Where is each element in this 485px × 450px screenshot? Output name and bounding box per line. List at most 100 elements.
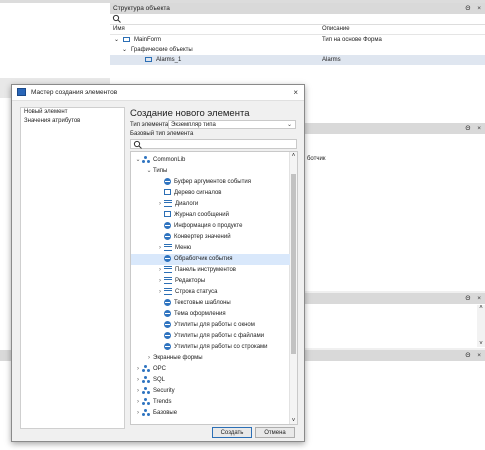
chevron-right-icon[interactable]: › — [156, 287, 164, 298]
chevron-right-icon[interactable]: › — [134, 408, 142, 419]
tree-item[interactable]: ⌄Типы — [131, 166, 290, 177]
structure-table-header: Имя Описание — [110, 25, 485, 35]
pin-icon[interactable]: Θ — [465, 352, 470, 359]
chevron-right-icon[interactable]: › — [134, 375, 142, 386]
step-attribute-values[interactable]: Значения атрибутов — [21, 117, 124, 126]
tree-item[interactable]: ⌄ CommonLib — [131, 155, 290, 166]
col-name[interactable]: Имя — [113, 25, 125, 34]
chevron-down-icon[interactable]: ⌄ — [122, 45, 127, 55]
chevron-right-icon[interactable]: › — [134, 397, 142, 408]
tree-item[interactable]: Обработчик события — [131, 254, 290, 265]
scrollbar[interactable]: ˄ ˅ — [477, 305, 485, 347]
tree-item-label: Утилиты для работы со строками — [174, 344, 268, 350]
close-icon[interactable]: × — [477, 5, 481, 12]
circle-icon — [164, 221, 171, 229]
list-icon — [164, 265, 172, 273]
chevron-right-icon[interactable]: › — [156, 243, 164, 254]
chevron-right-icon[interactable]: › — [145, 353, 153, 364]
close-icon[interactable]: × — [477, 295, 481, 302]
chevron-right-icon[interactable]: › — [156, 199, 164, 210]
close-icon[interactable]: × — [293, 85, 298, 100]
tree-item[interactable]: › Меню — [131, 243, 290, 254]
tree-item[interactable]: › SQL — [131, 375, 290, 386]
tree-item[interactable]: Тема оформления — [131, 309, 290, 320]
form-icon — [123, 37, 130, 42]
tree-item[interactable]: Информация о продукте — [131, 221, 290, 232]
tree-item[interactable]: Утилиты для работы со строками — [131, 342, 290, 353]
tree-item-label: Утилиты для работы с окном — [174, 322, 255, 328]
right-panel-text: ботчик — [307, 156, 326, 162]
structure-row-alarms[interactable]: Alarms_1 Alarms — [110, 55, 485, 65]
tree-item[interactable]: › Security — [131, 386, 290, 397]
tree-item[interactable]: Утилиты для работы с файлами — [131, 331, 290, 342]
dialog-title-bar[interactable]: Мастер создания элементов × — [12, 85, 304, 101]
pin-icon[interactable]: Θ — [465, 125, 470, 132]
scroll-up-icon[interactable]: ˄ — [290, 152, 297, 160]
tree-item[interactable]: Конвертер значений — [131, 232, 290, 243]
tree-item[interactable]: › Trends — [131, 397, 290, 408]
base-type-tree[interactable]: ˄ ˅ ⌄ CommonLib ⌄Типы Буфер аргументов собы… — [130, 151, 298, 425]
tree-item[interactable]: › Строка статуса — [131, 287, 290, 298]
panel-controls[interactable]: Θ × — [465, 3, 481, 14]
scroll-down-icon[interactable]: ˅ — [477, 341, 485, 347]
tree-item[interactable]: › Панель инструментов — [131, 265, 290, 276]
right-panel-header: Θ × — [305, 293, 485, 304]
list-icon — [164, 276, 172, 284]
chevron-right-icon[interactable]: › — [134, 364, 142, 375]
right-panel-header: Θ × — [305, 123, 485, 134]
structure-panel-title: Структура объекта — [113, 5, 170, 12]
tree-item[interactable]: Дерево сигналов — [131, 188, 290, 199]
chevron-down-icon[interactable]: ⌄ — [114, 35, 119, 45]
tree-item[interactable]: Буфер аргументов события — [131, 177, 290, 188]
base-type-search[interactable] — [130, 139, 297, 149]
panel-controls[interactable]: Θ × — [465, 123, 481, 134]
cancel-button[interactable]: Отмена — [255, 427, 295, 438]
col-description[interactable]: Описание — [322, 25, 350, 34]
element-type-select[interactable]: Экземпляр типа ⌄ — [168, 120, 296, 129]
right-panel-top: Θ × ботчик — [305, 123, 485, 291]
panel-controls[interactable]: Θ × — [465, 293, 481, 304]
element-type-value: Экземпляр типа — [171, 122, 216, 128]
tree-scrollbar[interactable]: ˄ ˅ — [289, 152, 297, 424]
scroll-up-icon[interactable]: ˄ — [477, 305, 485, 311]
tree-item-label: CommonLib — [153, 157, 186, 163]
tree-item[interactable]: Текстовые шаблоны — [131, 298, 290, 309]
tree-item[interactable]: Журнал сообщений — [131, 210, 290, 221]
chevron-right-icon[interactable]: › — [156, 276, 164, 287]
structure-row-name: Alarms_1 — [156, 57, 182, 63]
tree-item-label: Дерево сигналов — [174, 190, 222, 196]
circle-icon — [164, 232, 171, 240]
tree-item[interactable]: Утилиты для работы с окном — [131, 320, 290, 331]
structure-search[interactable] — [110, 14, 485, 25]
tree-item[interactable]: › Редакторы — [131, 276, 290, 287]
chevron-down-icon[interactable]: ⌄ — [287, 121, 292, 129]
chevron-down-icon[interactable]: ⌄ — [134, 155, 142, 166]
tree-item-label: Типы — [153, 168, 168, 174]
panel-controls[interactable]: Θ × — [465, 350, 481, 361]
tree-item-label: Буфер аргументов события — [174, 179, 251, 185]
tree-item[interactable]: › Экранные формы — [131, 353, 290, 364]
pin-icon[interactable]: Θ — [465, 295, 470, 302]
close-icon[interactable]: × — [477, 352, 481, 359]
structure-row-desc: Alarms — [322, 57, 341, 63]
tree-item-label: Базовые — [153, 410, 178, 416]
wizard-app-icon — [17, 88, 26, 96]
structure-row-graphics[interactable]: ⌄ Графические объекты — [110, 45, 485, 55]
pin-icon[interactable]: Θ — [465, 5, 470, 12]
tree-item[interactable]: › OPC — [131, 364, 290, 375]
chevron-right-icon[interactable]: › — [134, 386, 142, 397]
tree-item-label: Панель инструментов — [175, 267, 236, 273]
step-new-element[interactable]: Новый элемент — [21, 108, 124, 117]
module-icon — [142, 155, 150, 163]
chevron-down-icon[interactable]: ⌄ — [145, 166, 153, 177]
tree-item-label: Security — [153, 388, 175, 394]
structure-row-mainform[interactable]: ⌄ MainForm Тип на основе Форма — [110, 35, 485, 45]
chevron-right-icon[interactable]: › — [156, 265, 164, 276]
element-icon — [145, 57, 152, 62]
tree-item[interactable]: › Базовые — [131, 408, 290, 419]
tree-item[interactable]: › Диалоги — [131, 199, 290, 210]
scrollbar-thumb[interactable] — [291, 174, 296, 354]
scroll-down-icon[interactable]: ˅ — [290, 418, 297, 424]
close-icon[interactable]: × — [477, 125, 481, 132]
create-button[interactable]: Создать — [212, 427, 252, 438]
